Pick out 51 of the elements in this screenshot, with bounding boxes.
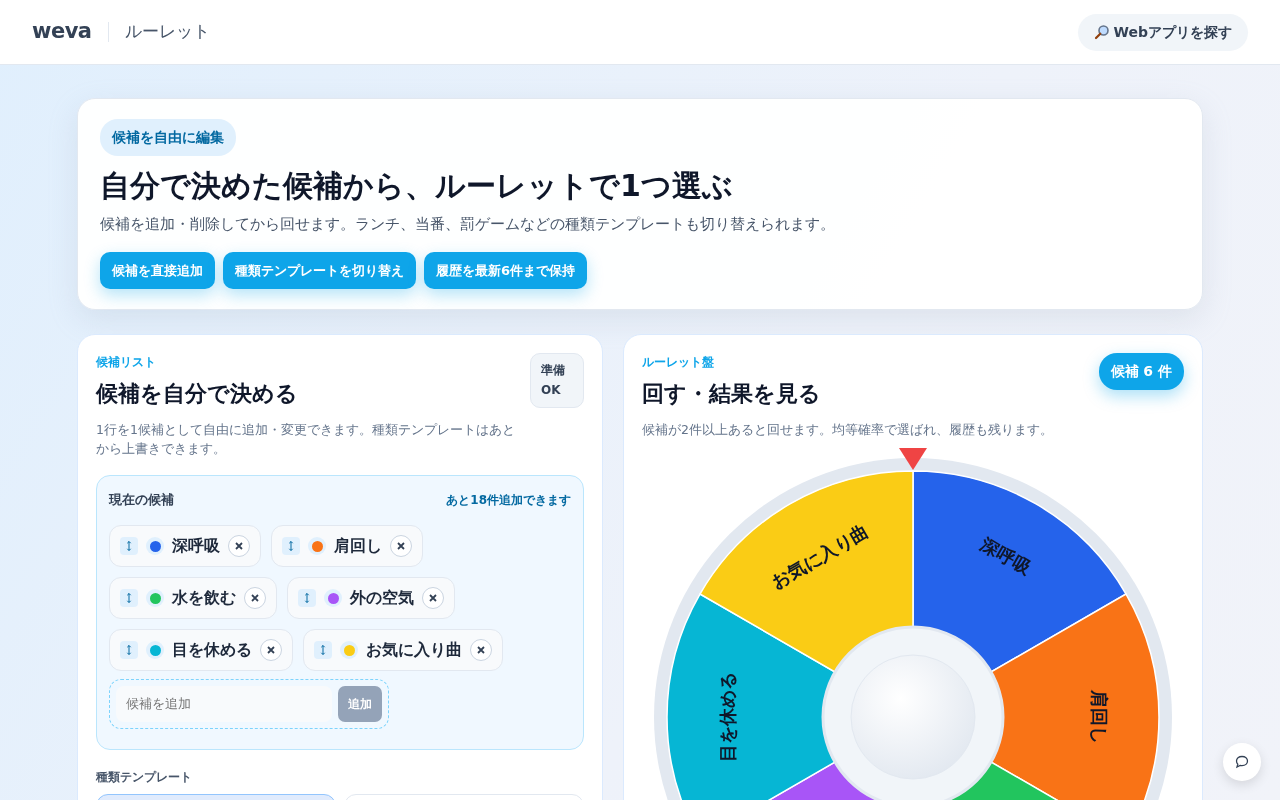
remove-button[interactable] bbox=[422, 587, 444, 610]
search-icon bbox=[1093, 24, 1110, 40]
section-description: 候補が2件以上あると回せます。均等確率で選ばれ、履歴も残ります。 bbox=[642, 421, 1053, 439]
drag-handle-icon[interactable] bbox=[120, 641, 138, 660]
candidate-chip[interactable]: 深呼吸 bbox=[109, 525, 261, 568]
candidate-chip[interactable]: お気に入り曲 bbox=[303, 629, 503, 672]
spin-button[interactable] bbox=[821, 625, 1005, 800]
template-label: 種類テンプレート bbox=[96, 768, 193, 786]
segment-label: 深呼吸 bbox=[977, 533, 1035, 579]
remove-button[interactable] bbox=[260, 639, 282, 662]
count-badge: 候補 6 件 bbox=[1098, 353, 1184, 390]
candidate-chip[interactable]: 外の空気 bbox=[287, 577, 455, 620]
close-icon bbox=[477, 646, 485, 655]
segment-label: 目を休める bbox=[716, 672, 738, 763]
speech-bubble-icon bbox=[1234, 754, 1250, 770]
segment-label: お気に入り曲 bbox=[768, 520, 872, 593]
close-icon bbox=[251, 594, 259, 603]
remove-button[interactable] bbox=[244, 587, 266, 610]
remove-button[interactable] bbox=[390, 535, 412, 558]
input-field[interactable]: 候補を追加 bbox=[116, 686, 332, 722]
section-label: ルーレット盤 bbox=[642, 354, 715, 371]
close-icon bbox=[235, 542, 243, 551]
list-label: 現在の候補 bbox=[109, 490, 174, 509]
page-title: ルーレット bbox=[124, 20, 210, 44]
section-description: 1行を1候補として自由に追加・変更できます。種類テンプレートはあとから上書きできます。 bbox=[96, 421, 516, 459]
section-title: 回す・結果を見る bbox=[642, 380, 822, 408]
status-badge: 準備 OK bbox=[530, 353, 584, 408]
chat-button[interactable] bbox=[1223, 743, 1261, 781]
drag-handle-icon[interactable] bbox=[314, 641, 332, 660]
candidate-chip[interactable]: 水を飲む bbox=[109, 577, 277, 620]
section-label: 候補リスト bbox=[96, 354, 157, 371]
close-icon bbox=[429, 594, 437, 603]
segment-label: 肩回し bbox=[1088, 690, 1110, 745]
candidate-chip[interactable]: 肩回し bbox=[271, 525, 423, 568]
remaining-count: あと18件追加できます bbox=[446, 491, 571, 509]
drag-handle-icon[interactable] bbox=[298, 589, 316, 608]
logo[interactable]: weva bbox=[32, 16, 92, 48]
drag-handle-icon[interactable] bbox=[120, 537, 138, 556]
section-title: 候補を自分で決める bbox=[96, 380, 299, 408]
pointer-icon bbox=[899, 448, 927, 471]
hero-description: 候補を追加・削除してから回せます。ランチ、当番、罰ゲームなどの種類テンプレートも切り替えられます。 bbox=[100, 214, 836, 235]
drag-handle-icon[interactable] bbox=[282, 537, 300, 556]
hero-title: 自分で決めた候補から、ルーレットで1つ選ぶ bbox=[100, 167, 734, 205]
close-icon bbox=[267, 646, 275, 655]
close-icon bbox=[397, 542, 405, 551]
remove-button[interactable] bbox=[228, 535, 250, 558]
find-apps-button[interactable]: Webアプリを探す bbox=[1077, 13, 1248, 51]
drag-handle-icon[interactable] bbox=[120, 589, 138, 608]
remove-button[interactable] bbox=[470, 639, 492, 662]
candidate-chip[interactable]: 目を休める bbox=[109, 629, 293, 672]
hero-badge: 候補を自由に編集 bbox=[100, 119, 236, 156]
